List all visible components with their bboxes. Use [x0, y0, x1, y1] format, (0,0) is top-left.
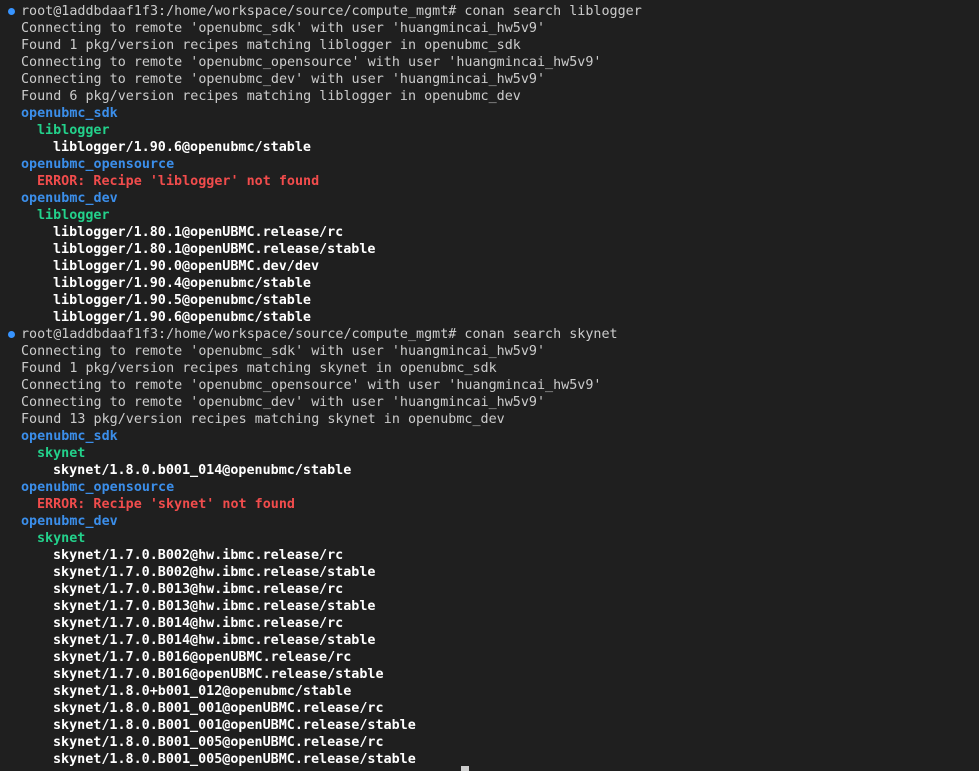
command-prompt-line: root@1addbdaaf1f3:/home/workspace/source…	[8, 3, 642, 20]
line-text: skynet/1.7.0.B002@hw.ibmc.release/rc	[53, 548, 344, 563]
line-text: skynet/1.8.0.B001_001@openUBMC.release/r…	[53, 701, 384, 716]
line-text: Connecting to remote 'openubmc_dev' with…	[21, 72, 546, 87]
output-line: Found 6 pkg/version recipes matching lib…	[21, 88, 642, 105]
line-text: skynet	[37, 446, 86, 461]
package-name-line: skynet	[21, 530, 642, 547]
error-line: ERROR: Recipe 'liblogger' not found	[21, 173, 642, 190]
line-text: skynet	[37, 531, 86, 546]
terminal-cursor	[461, 766, 469, 771]
line-text: skynet/1.7.0.B014@hw.ibmc.release/rc	[53, 616, 344, 631]
output-line: Found 1 pkg/version recipes matching sky…	[21, 360, 642, 377]
error-line: ERROR: Recipe 'skynet' not found	[21, 496, 642, 513]
line-text: skynet/1.7.0.B014@hw.ibmc.release/stable	[53, 633, 376, 648]
line-text: Found 6 pkg/version recipes matching lib…	[21, 89, 521, 104]
terminal-output: root@1addbdaaf1f3:/home/workspace/source…	[8, 3, 642, 768]
line-text: skynet/1.7.0.B002@hw.ibmc.release/stable	[53, 565, 376, 580]
line-text: openubmc_dev	[21, 514, 118, 529]
line-text: liblogger/1.80.1@openUBMC.release/stable	[53, 242, 376, 257]
line-text: liblogger	[37, 123, 110, 138]
command-prompt-line: root@1addbdaaf1f3:/home/workspace/source…	[8, 326, 642, 343]
output-line: Connecting to remote 'openubmc_sdk' with…	[21, 343, 642, 360]
line-text: skynet/1.7.0.B013@hw.ibmc.release/rc	[53, 582, 344, 597]
line-text: liblogger/1.90.6@openubmc/stable	[53, 310, 311, 325]
package-reference-line: skynet/1.7.0.B013@hw.ibmc.release/rc	[21, 581, 642, 598]
output-line: Connecting to remote 'openubmc_sdk' with…	[21, 20, 642, 37]
package-reference-line: skynet/1.8.0+b001_012@openubmc/stable	[21, 683, 642, 700]
package-reference-line: skynet/1.8.0.B001_001@openUBMC.release/s…	[21, 717, 642, 734]
line-text: liblogger	[37, 208, 110, 223]
command-decoration-dot-icon[interactable]	[8, 8, 15, 15]
line-text: liblogger/1.90.5@openubmc/stable	[53, 293, 311, 308]
line-text: skynet/1.8.0+b001_012@openubmc/stable	[53, 684, 352, 699]
package-reference-line: liblogger/1.90.0@openUBMC.dev/dev	[21, 258, 642, 275]
line-text: root@1addbdaaf1f3:/home/workspace/source…	[21, 327, 618, 342]
line-text: openubmc_sdk	[21, 429, 118, 444]
package-reference-line: liblogger/1.90.6@openubmc/stable	[21, 139, 642, 156]
line-text: liblogger/1.90.0@openUBMC.dev/dev	[53, 259, 320, 274]
output-line: Connecting to remote 'openubmc_dev' with…	[21, 394, 642, 411]
package-reference-line: skynet/1.7.0.B002@hw.ibmc.release/stable	[21, 564, 642, 581]
package-reference-line: liblogger/1.90.6@openubmc/stable	[21, 309, 642, 326]
line-text: liblogger/1.90.4@openubmc/stable	[53, 276, 311, 291]
line-text: liblogger/1.80.1@openUBMC.release/rc	[53, 225, 344, 240]
line-text: ERROR: Recipe 'skynet' not found	[37, 497, 295, 512]
line-text: skynet/1.8.0.b001_014@openubmc/stable	[53, 463, 352, 478]
package-reference-line: skynet/1.8.0.B001_001@openUBMC.release/r…	[21, 700, 642, 717]
output-line: Connecting to remote 'openubmc_opensourc…	[21, 54, 642, 71]
line-text: Connecting to remote 'openubmc_dev' with…	[21, 395, 546, 410]
line-text: root@1addbdaaf1f3:/home/workspace/source…	[21, 4, 642, 19]
terminal-panel[interactable]: root@1addbdaaf1f3:/home/workspace/source…	[0, 0, 979, 771]
line-text: openubmc_sdk	[21, 106, 118, 121]
package-reference-line: liblogger/1.80.1@openUBMC.release/stable	[21, 241, 642, 258]
line-text: Connecting to remote 'openubmc_sdk' with…	[21, 344, 546, 359]
line-text: Connecting to remote 'openubmc_opensourc…	[21, 55, 602, 70]
line-text: Found 1 pkg/version recipes matching lib…	[21, 38, 521, 53]
package-reference-line: skynet/1.8.0.B001_005@openUBMC.release/r…	[21, 734, 642, 751]
package-name-line: skynet	[21, 445, 642, 462]
remote-name-line: openubmc_opensource	[21, 156, 642, 173]
line-text: Found 13 pkg/version recipes matching sk…	[21, 412, 505, 427]
package-reference-line: skynet/1.7.0.B002@hw.ibmc.release/rc	[21, 547, 642, 564]
package-reference-line: skynet/1.7.0.B016@openUBMC.release/rc	[21, 649, 642, 666]
package-reference-line: skynet/1.7.0.B014@hw.ibmc.release/rc	[21, 615, 642, 632]
line-text: skynet/1.7.0.B016@openUBMC.release/rc	[53, 650, 352, 665]
package-reference-line: skynet/1.7.0.B013@hw.ibmc.release/stable	[21, 598, 642, 615]
package-reference-line: liblogger/1.90.5@openubmc/stable	[21, 292, 642, 309]
output-line: Connecting to remote 'openubmc_dev' with…	[21, 71, 642, 88]
package-reference-line: skynet/1.7.0.B014@hw.ibmc.release/stable	[21, 632, 642, 649]
line-text: skynet/1.7.0.B013@hw.ibmc.release/stable	[53, 599, 376, 614]
line-text: Connecting to remote 'openubmc_sdk' with…	[21, 21, 546, 36]
remote-name-line: openubmc_dev	[21, 190, 642, 207]
line-text: skynet/1.8.0.B001_005@openUBMC.release/r…	[53, 735, 384, 750]
remote-name-line: openubmc_dev	[21, 513, 642, 530]
remote-name-line: openubmc_sdk	[21, 105, 642, 122]
line-text: openubmc_opensource	[21, 480, 175, 495]
package-reference-line: liblogger/1.90.4@openubmc/stable	[21, 275, 642, 292]
package-name-line: liblogger	[21, 122, 642, 139]
output-line: Found 13 pkg/version recipes matching sk…	[21, 411, 642, 428]
line-text: Connecting to remote 'openubmc_opensourc…	[21, 378, 602, 393]
remote-name-line: openubmc_opensource	[21, 479, 642, 496]
line-text: Found 1 pkg/version recipes matching sky…	[21, 361, 497, 376]
line-text: skynet/1.8.0.B001_001@openUBMC.release/s…	[53, 718, 416, 733]
package-reference-line: skynet/1.7.0.B016@openUBMC.release/stabl…	[21, 666, 642, 683]
output-line: Connecting to remote 'openubmc_opensourc…	[21, 377, 642, 394]
line-text: skynet/1.8.0.B001_005@openUBMC.release/s…	[53, 752, 416, 767]
command-decoration-dot-icon[interactable]	[8, 331, 15, 338]
output-line: Found 1 pkg/version recipes matching lib…	[21, 37, 642, 54]
remote-name-line: openubmc_sdk	[21, 428, 642, 445]
package-reference-line: skynet/1.8.0.b001_014@openubmc/stable	[21, 462, 642, 479]
package-reference-line: skynet/1.8.0.B001_005@openUBMC.release/s…	[21, 751, 642, 768]
line-text: ERROR: Recipe 'liblogger' not found	[37, 174, 320, 189]
package-reference-line: liblogger/1.80.1@openUBMC.release/rc	[21, 224, 642, 241]
line-text: liblogger/1.90.6@openubmc/stable	[53, 140, 311, 155]
line-text: openubmc_opensource	[21, 157, 175, 172]
line-text: openubmc_dev	[21, 191, 118, 206]
line-text: skynet/1.7.0.B016@openUBMC.release/stabl…	[53, 667, 384, 682]
package-name-line: liblogger	[21, 207, 642, 224]
